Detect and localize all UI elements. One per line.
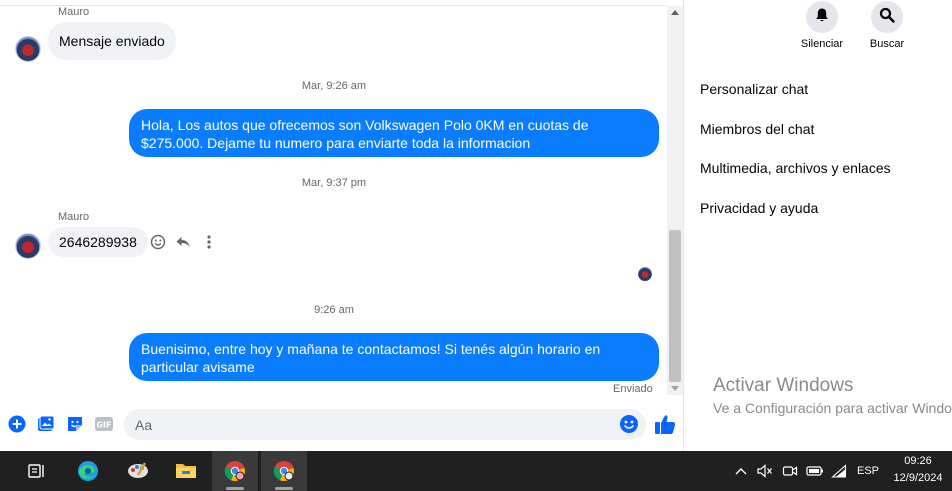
avatar[interactable] (15, 233, 41, 259)
menu-privacy-help[interactable]: Privacidad y ayuda (700, 200, 818, 216)
emoji-icon[interactable] (619, 414, 639, 434)
seen-avatar (638, 267, 652, 281)
sender-name: Mauro (58, 211, 90, 223)
plus-icon[interactable] (7, 414, 27, 434)
taskbar-clock-date[interactable]: 12/9/2024 (885, 471, 951, 486)
message-bubble-outgoing[interactable]: Buenisimo, entre hoy y mañana te contact… (129, 333, 659, 381)
sticker-icon[interactable] (65, 414, 85, 434)
message-timestamp: Mar, 9:37 pm (301, 177, 367, 189)
wifi-icon[interactable] (830, 461, 848, 481)
menu-media-files-links[interactable]: Multimedia, archivos y enlaces (700, 160, 891, 176)
react-emoji-icon[interactable] (149, 233, 167, 251)
windows-activation-title: Activar Windows (713, 375, 854, 396)
bell-icon (814, 7, 830, 28)
scroll-up-arrow-icon[interactable] (671, 10, 679, 15)
chat-pane: Mauro Mensaje enviado Mar, 9:26 am Hola,… (0, 0, 684, 451)
chrome-browser-icon[interactable] (212, 451, 258, 491)
battery-icon[interactable] (805, 461, 825, 481)
file-explorer-icon[interactable] (163, 451, 209, 491)
avatar[interactable] (15, 36, 41, 62)
search-icon (879, 7, 895, 28)
gif-label: GIF (96, 421, 111, 430)
scroll-thumb[interactable] (669, 230, 681, 382)
like-thumb-icon[interactable] (653, 413, 677, 435)
screen: Mauro Mensaje enviado Mar, 9:26 am Hola,… (0, 0, 952, 491)
chrome-profile-browser-icon[interactable] (261, 451, 307, 491)
message-bubble-incoming[interactable]: Mensaje enviado (48, 22, 176, 60)
edge-browser-icon[interactable] (65, 451, 111, 491)
task-view-icon[interactable] (14, 451, 60, 491)
divider (0, 5, 667, 6)
chevron-up-icon[interactable] (733, 461, 749, 481)
sent-status: Enviado (613, 383, 653, 395)
gif-icon[interactable]: GIF (94, 414, 114, 434)
sender-name: Mauro (58, 6, 90, 18)
taskbar-clock-time[interactable]: 09:26 (885, 454, 951, 469)
menu-customize-chat[interactable]: Personalizar chat (700, 81, 808, 97)
reply-icon[interactable] (174, 233, 192, 251)
search-label: Buscar (869, 38, 905, 50)
meet-now-icon[interactable] (781, 461, 799, 481)
message-bubble-incoming[interactable]: 2646289938 (48, 227, 148, 257)
chat-info-panel: Silenciar Buscar Personalizar chat Miemb… (685, 0, 952, 451)
volume-muted-icon[interactable] (756, 461, 774, 481)
message-input[interactable] (124, 409, 646, 440)
message-bubble-outgoing[interactable]: Hola, Los autos que ofrecemos son Volksw… (129, 109, 659, 157)
mute-label: Silenciar (800, 38, 844, 50)
menu-chat-members[interactable]: Miembros del chat (700, 121, 814, 137)
more-options-icon[interactable] (200, 233, 218, 251)
photo-icon[interactable] (36, 414, 56, 434)
taskbar: ESP (0, 451, 952, 491)
message-timestamp: 9:26 am (314, 304, 354, 316)
windows-activation-subtitle: Ve a Configuración para activar Windows. (713, 400, 952, 416)
input-language[interactable]: ESP (854, 461, 882, 481)
mute-button[interactable] (806, 1, 838, 33)
chat-scrollbar[interactable] (667, 6, 683, 395)
message-timestamp: Mar, 9:26 am (301, 80, 367, 92)
search-button[interactable] (871, 1, 903, 33)
scroll-down-arrow-icon[interactable] (671, 386, 679, 391)
paint-app-icon[interactable] (115, 451, 161, 491)
